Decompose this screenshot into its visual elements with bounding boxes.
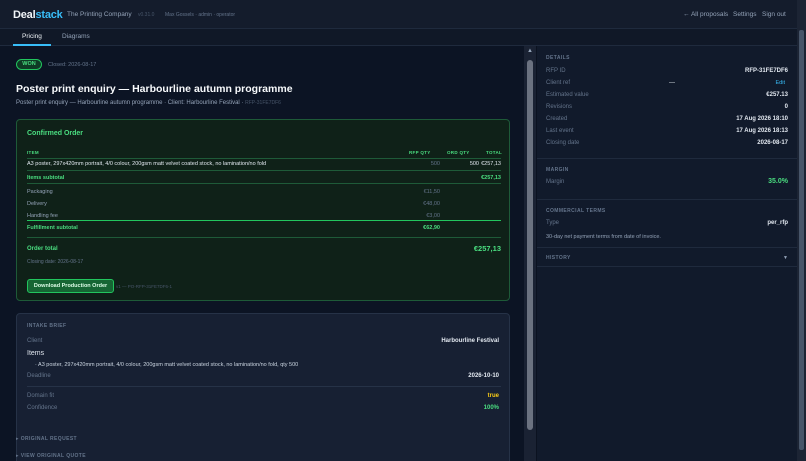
terms-description: 30-day net payment terms from date of in… bbox=[546, 234, 661, 240]
fee-label: Handling fee bbox=[27, 213, 58, 219]
confidence-label: Confidence bbox=[27, 405, 58, 411]
fulfillment-subtotal-label: Fulfillment subtotal bbox=[27, 225, 78, 231]
scroll-thumb[interactable] bbox=[527, 60, 533, 430]
settings-link[interactable]: Settings bbox=[733, 11, 757, 18]
divider bbox=[537, 158, 797, 159]
top-bar: Dealstack The Printing Company v0.31.0 M… bbox=[0, 0, 806, 29]
section-label: MARGIN bbox=[546, 167, 569, 173]
divider bbox=[27, 237, 501, 238]
app-logo[interactable]: Dealstack bbox=[13, 9, 63, 21]
domain-fit-value: true bbox=[487, 393, 499, 399]
intake-brief-card: INTAKE BRIEF Client Harbourline Festival… bbox=[16, 313, 510, 461]
fee-value: €48,00 bbox=[423, 201, 440, 207]
column-header-item: ITEM bbox=[27, 150, 39, 155]
view-original-quote-toggle[interactable]: ▸ VIEW ORIGINAL QUOTE bbox=[16, 453, 86, 459]
column-header-ord-qty: ORD QTY bbox=[447, 150, 470, 155]
confidence-value: 100% bbox=[483, 405, 499, 411]
revisions-value: 0 bbox=[784, 104, 788, 110]
client-label: Client bbox=[27, 338, 43, 344]
order-total-label: Order total bbox=[27, 246, 58, 252]
divider bbox=[537, 247, 797, 248]
card-title: Confirmed Order bbox=[27, 130, 84, 137]
client-value: Harbourline Festival bbox=[441, 338, 499, 344]
divider bbox=[27, 220, 501, 221]
all-proposals-link[interactable]: ← All proposals bbox=[683, 11, 728, 18]
tab-diagrams[interactable]: Diagrams bbox=[62, 33, 90, 40]
tab-pricing[interactable]: Pricing bbox=[22, 33, 42, 40]
confirmed-order-card: Confirmed Order ITEM RFP QTY ORD QTY TOT… bbox=[16, 119, 510, 301]
deadline-value: 2026-10-10 bbox=[468, 373, 499, 379]
items-subtotal-value: €257,13 bbox=[481, 175, 501, 181]
client-ref-value: — bbox=[669, 80, 675, 86]
main-scrollbar[interactable]: ▲ bbox=[524, 46, 536, 461]
production-order-reference: v1 — PO-RFP-31FE7DF6-1 bbox=[116, 284, 173, 289]
line-item-description: A3 poster, 297x420mm portrait, 4/0 colou… bbox=[27, 161, 267, 167]
line-item-total: €257,13 bbox=[481, 161, 501, 167]
edit-client-ref-link[interactable]: Edit bbox=[776, 80, 785, 86]
terms-type-label: Type bbox=[546, 220, 560, 226]
domain-fit-label: Domain fit bbox=[27, 393, 55, 399]
rfp-id-label: RFP ID bbox=[546, 68, 566, 74]
history-toggle[interactable]: HISTORY bbox=[546, 255, 571, 261]
items-label: Items bbox=[27, 350, 45, 357]
column-header-rfp-qty: RFP QTY bbox=[409, 150, 431, 155]
created-value: 17 Aug 2026 18:10 bbox=[736, 116, 788, 122]
brief-item: · A3 poster, 297x420mm portrait, 4/0 col… bbox=[35, 362, 299, 368]
deadline-label: Deadline bbox=[27, 373, 51, 379]
terms-type-value: per_rfp bbox=[767, 220, 788, 226]
divider bbox=[27, 183, 501, 184]
order-total-value: €257,13 bbox=[473, 244, 501, 253]
margin-value: 35.0% bbox=[768, 178, 788, 185]
fee-label: Packaging bbox=[27, 189, 53, 195]
scroll-up-arrow-icon[interactable]: ▲ bbox=[527, 48, 533, 54]
divider bbox=[537, 199, 797, 200]
divider bbox=[537, 266, 797, 267]
window-scroll-thumb[interactable] bbox=[799, 30, 804, 450]
rfp-reference: RFP-31FE7DF6 bbox=[245, 100, 281, 106]
estimated-value: €257.13 bbox=[766, 92, 788, 98]
section-label: DETAILS bbox=[546, 55, 570, 61]
download-production-order-button[interactable]: Download Production Order bbox=[27, 279, 114, 293]
section-label: INTAKE BRIEF bbox=[27, 323, 67, 329]
estimated-value-label: Estimated value bbox=[546, 92, 589, 98]
company-name: The Printing Company bbox=[67, 11, 132, 18]
details-panel: DETAILS RFP ID RFP-31FE7DF6 Client ref —… bbox=[537, 46, 797, 461]
status-badge: WON bbox=[16, 59, 42, 70]
client-ref-label: Client ref bbox=[546, 80, 571, 86]
divider bbox=[27, 386, 501, 387]
fulfillment-subtotal-value: €62,90 bbox=[423, 225, 440, 231]
user-info: Max Gossels · admin · operator bbox=[165, 12, 236, 18]
app-version: v0.31.0 bbox=[138, 12, 155, 18]
sign-out-link[interactable]: Sign out bbox=[762, 11, 786, 18]
page-title: Poster print enquiry — Harbourline autum… bbox=[16, 83, 293, 95]
closed-date: Closed: 2026-08-17 bbox=[48, 62, 97, 68]
divider bbox=[27, 170, 501, 171]
main-content: WON Closed: 2026-08-17 Poster print enqu… bbox=[0, 46, 524, 461]
chevron-down-icon[interactable]: ▼ bbox=[783, 255, 788, 261]
fee-value: €3,00 bbox=[426, 213, 440, 219]
divider bbox=[27, 158, 501, 159]
page-subtitle: Poster print enquiry — Harbourline autum… bbox=[16, 100, 281, 106]
rfp-id-value: RFP-31FE7DF6 bbox=[744, 68, 788, 74]
line-item-rfp-qty: 500 bbox=[430, 161, 440, 167]
closing-date-value: 2026-08-17 bbox=[757, 140, 788, 146]
last-event-value: 17 Aug 2026 18:13 bbox=[736, 128, 788, 134]
section-label: COMMERCIAL TERMS bbox=[546, 208, 606, 214]
revisions-label: Revisions bbox=[546, 104, 573, 110]
last-event-label: Last event bbox=[546, 128, 574, 134]
margin-label: Margin bbox=[546, 179, 565, 185]
order-closing-date: Closing date: 2026-08-17 bbox=[27, 259, 84, 265]
tab-bar: Pricing Diagrams bbox=[0, 29, 806, 46]
original-request-toggle[interactable]: ▸ ORIGINAL REQUEST bbox=[16, 436, 77, 442]
fee-label: Delivery bbox=[27, 201, 47, 207]
closing-date-label: Closing date bbox=[546, 140, 580, 146]
items-subtotal-label: Items subtotal bbox=[27, 175, 65, 181]
fee-value: €11,50 bbox=[423, 189, 440, 195]
column-header-total: TOTAL bbox=[486, 150, 503, 155]
created-label: Created bbox=[546, 116, 568, 122]
